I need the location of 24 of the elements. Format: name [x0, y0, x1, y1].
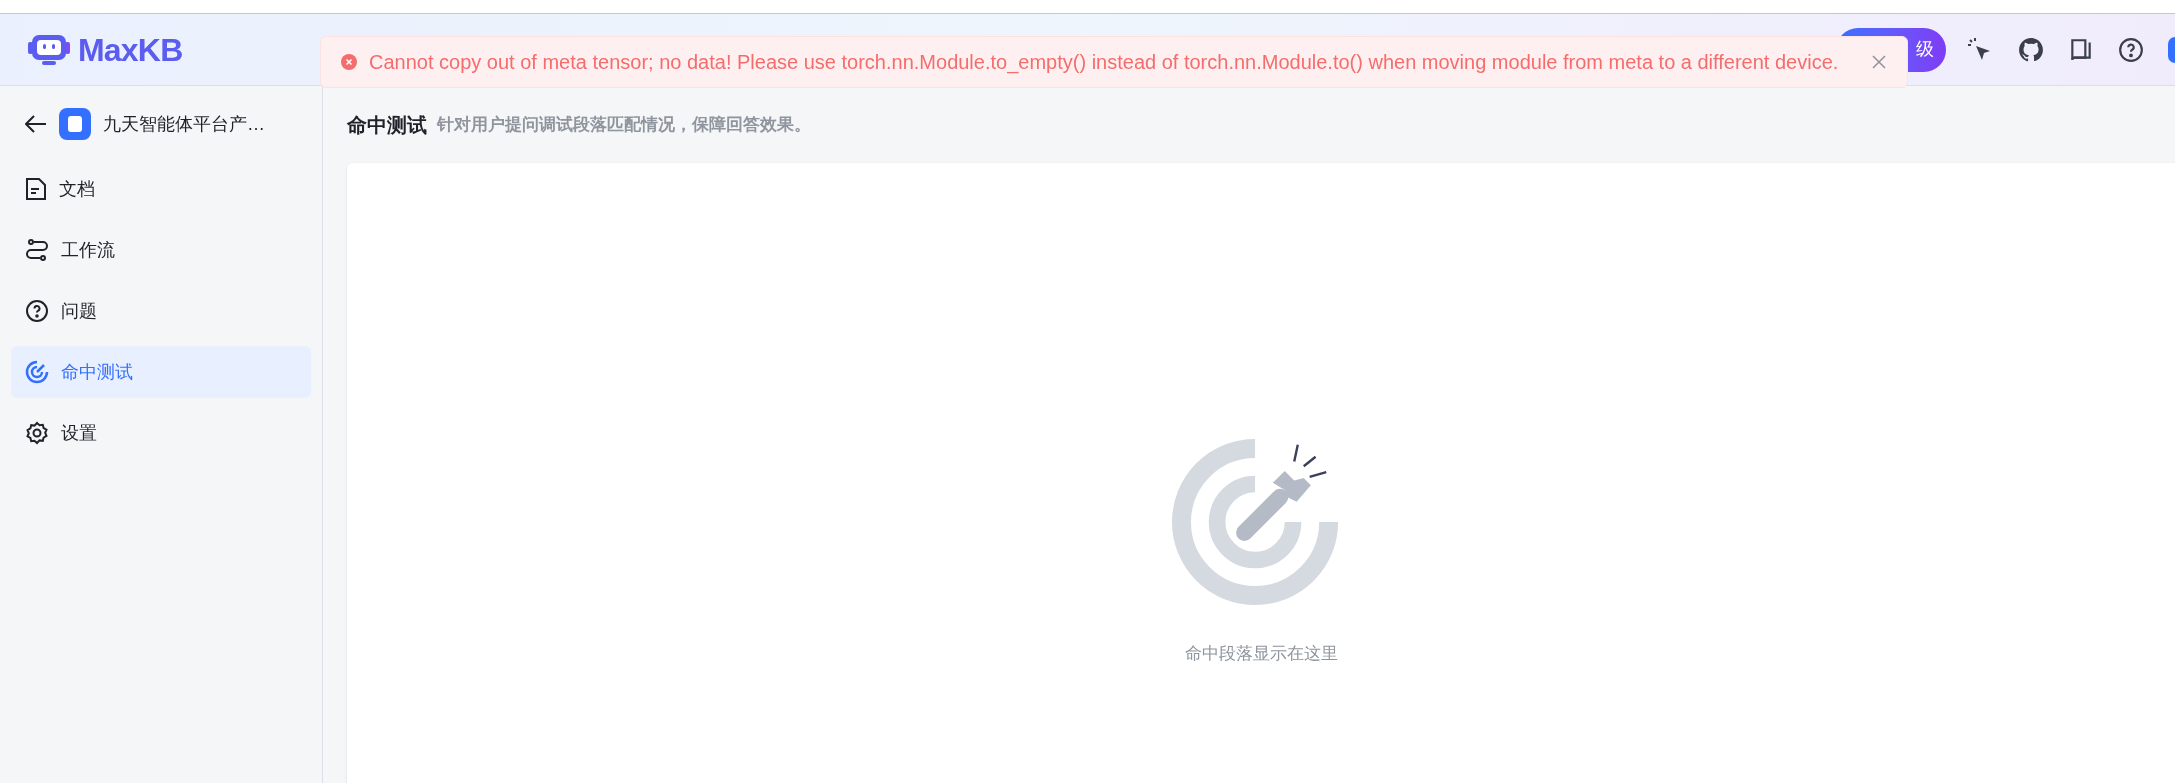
sidebar-item[interactable]: 设置	[11, 407, 311, 459]
workflow-icon	[25, 238, 49, 262]
close-icon[interactable]	[1871, 54, 1887, 70]
help-icon	[25, 299, 49, 323]
sidebar-item[interactable]: 命中测试	[11, 346, 311, 398]
error-icon	[341, 54, 357, 70]
logo-text: MaxKB	[78, 30, 183, 70]
back-arrow-icon[interactable]	[25, 115, 47, 133]
sidebar-item[interactable]: 问题	[11, 285, 311, 337]
settings-icon	[25, 421, 49, 445]
target-icon	[25, 360, 49, 384]
toast-message: Cannot copy out of meta tensor; no data! Please use torch.nn.Module.to_empty() instead of torch.nn.Module.to() when moving module from meta to a different device.	[369, 50, 1839, 76]
page-title: 命中测试	[347, 112, 427, 138]
knowledge-base-title: 九天智能体平台产…	[103, 112, 265, 136]
github-icon[interactable]	[2018, 36, 2044, 63]
book-icon[interactable]	[2068, 36, 2094, 63]
page-subtitle: 针对用户提问调试段落匹配情况，保障回答效果。	[437, 113, 811, 136]
document-icon	[25, 177, 47, 201]
help-icon[interactable]	[2118, 36, 2144, 63]
empty-state-text: 命中段落显示在这里	[1184, 643, 1338, 665]
document-app-icon	[59, 108, 91, 140]
robot-logo-icon	[28, 33, 70, 66]
sidebar-item[interactable]: 工作流	[11, 224, 311, 276]
sidebar-item[interactable]: 文档	[11, 163, 311, 215]
